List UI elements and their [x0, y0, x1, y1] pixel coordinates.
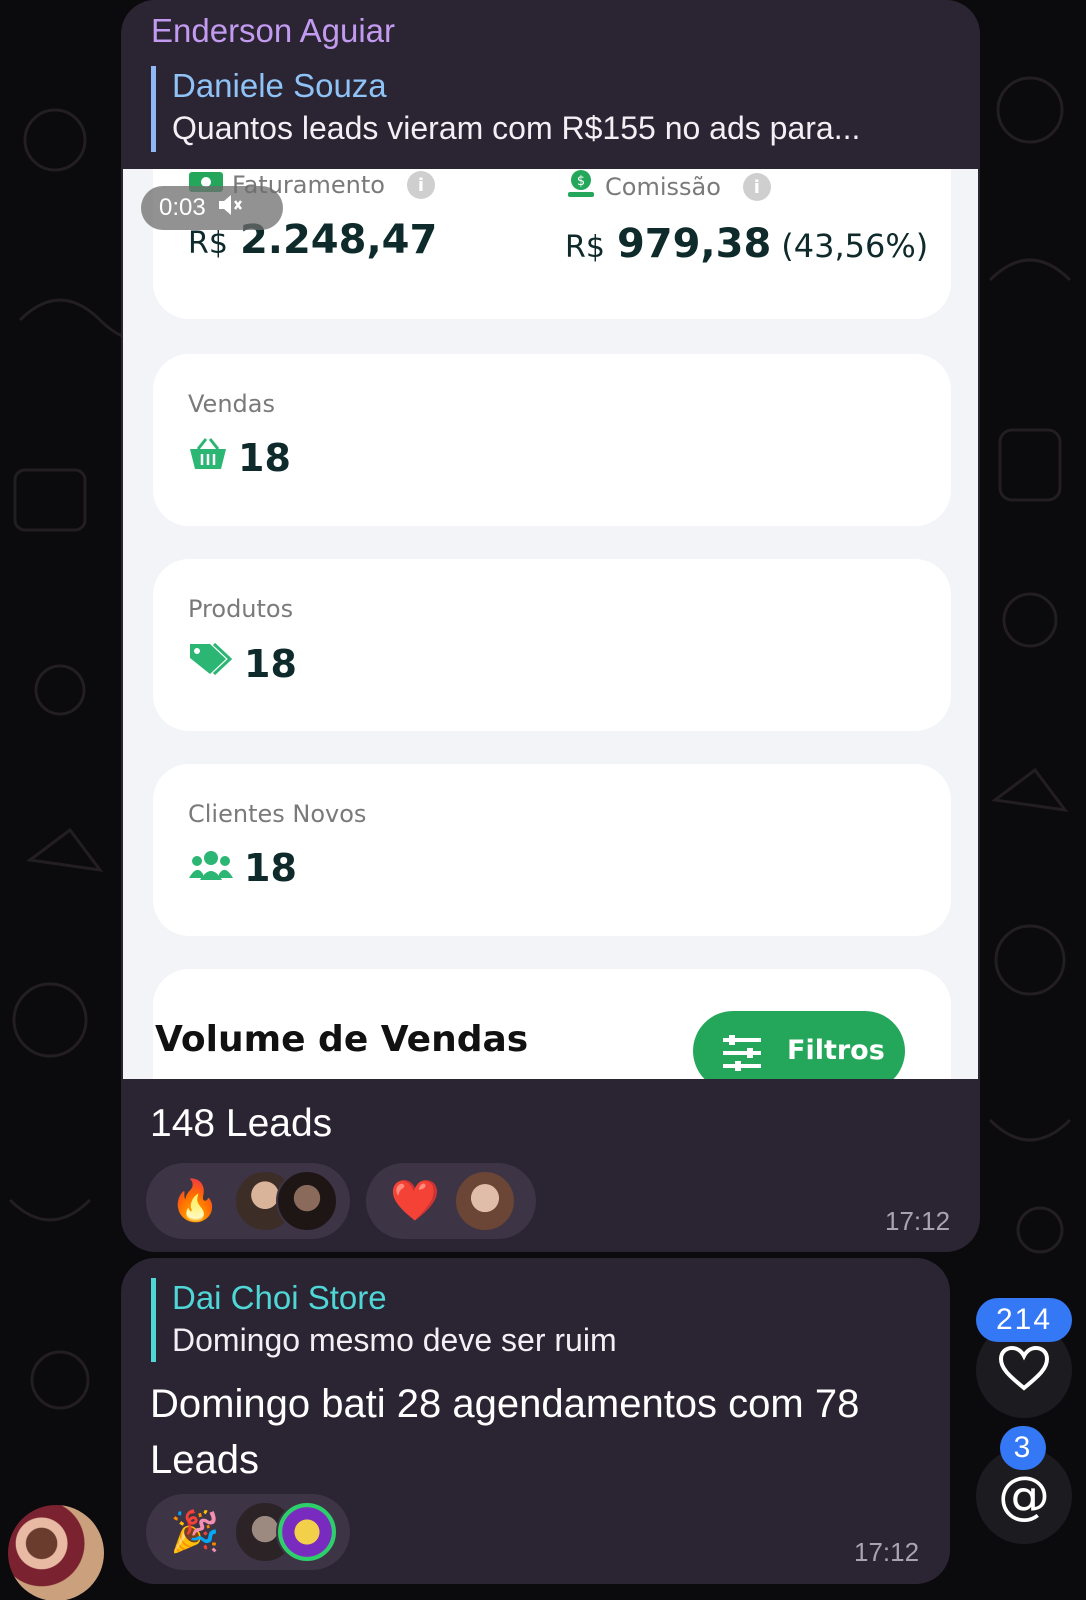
comissao-currency: R$	[565, 230, 605, 265]
avatar	[275, 1501, 338, 1563]
info-icon[interactable]: i	[406, 171, 435, 199]
at-sign-icon: @	[998, 1466, 1050, 1526]
reactor-avatars	[453, 1170, 516, 1232]
video-timer[interactable]: 0:03	[141, 186, 283, 230]
comissao-label: Comissão	[605, 173, 721, 201]
filtros-button[interactable]: Filtros	[693, 1011, 905, 1079]
card-label: Produtos	[188, 595, 294, 623]
card-value: 18	[238, 436, 291, 480]
card-label: Clientes Novos	[188, 800, 367, 828]
filtros-label: Filtros	[787, 1035, 885, 1066]
message-text: Domingo bati 28 agendamentos com 78 Lead…	[150, 1382, 860, 1482]
reply-quote[interactable]: Daniele Souza Quantos leads vieram com R…	[151, 66, 860, 152]
clientes-novos-card: Clientes Novos 18	[153, 764, 951, 936]
section-title: Volume de Vendas	[155, 1019, 529, 1060]
video-time: 0:03	[159, 194, 206, 221]
mute-icon[interactable]	[216, 193, 244, 224]
reaction-fire[interactable]: 🔥	[146, 1163, 350, 1239]
party-popper-icon: 🎉	[170, 1510, 220, 1554]
reply-text: Domingo mesmo deve ser ruim	[172, 1322, 617, 1358]
reactions-bar: 🔥 ❤️	[146, 1163, 536, 1239]
reactor-avatars	[233, 1170, 338, 1232]
heart-icon: ❤️	[390, 1179, 440, 1223]
reaction-heart[interactable]: ❤️	[366, 1163, 536, 1239]
reply-author: Daniele Souza	[172, 67, 387, 104]
basket-icon	[188, 436, 228, 480]
reactor-avatars	[233, 1501, 338, 1563]
heart-outline-icon	[998, 1345, 1050, 1396]
card-value: 18	[244, 641, 297, 686]
reply-author: Dai Choi Store	[172, 1279, 387, 1316]
avatar	[453, 1170, 516, 1232]
message-caption: 148 Leads	[150, 1102, 333, 1145]
reply-quote[interactable]: Dai Choi Store Domingo mesmo deve ser ru…	[151, 1278, 617, 1362]
comissao-block: $ Comissão i R$ 979,38 (43,56%)	[565, 169, 928, 267]
fire-icon: 🔥	[170, 1179, 220, 1223]
comissao-value: 979,38	[616, 221, 772, 267]
avatar[interactable]	[8, 1505, 104, 1600]
svg-text:$: $	[577, 174, 585, 189]
message-bubble[interactable]: Enderson Aguiar Daniele Souza Quantos le…	[121, 0, 980, 1252]
vendas-card: Vendas 18	[153, 354, 951, 526]
reply-text: Quantos leads vieram com R$155 no ads pa…	[172, 110, 861, 146]
reactions-count-badge[interactable]: 214	[976, 1298, 1072, 1342]
video-player[interactable]: Faturamento i R$ 2.248,47 $ Comissão i R…	[123, 169, 978, 1079]
users-icon	[188, 846, 234, 890]
tag-icon	[188, 641, 234, 686]
produtos-card: Produtos 18	[153, 559, 951, 731]
avatar	[275, 1170, 338, 1232]
comissao-percent: (43,56%)	[781, 227, 929, 265]
message-time: 17:12	[885, 1206, 951, 1236]
faturamento-currency: R$	[188, 226, 228, 261]
message-bubble[interactable]: Dai Choi Store Domingo mesmo deve ser ru…	[121, 1258, 950, 1584]
mentions-count-badge[interactable]: 3	[1000, 1426, 1046, 1470]
sender-name[interactable]: Enderson Aguiar	[151, 12, 395, 50]
message-time: 17:12	[854, 1537, 920, 1567]
sliders-icon	[721, 1035, 763, 1078]
money-hand-icon: $	[565, 169, 597, 205]
reactions-bar: 🎉	[146, 1494, 350, 1570]
card-value: 18	[244, 846, 297, 890]
card-label: Vendas	[188, 390, 275, 418]
reaction-party[interactable]: 🎉	[146, 1494, 350, 1570]
info-icon[interactable]: i	[742, 173, 771, 201]
